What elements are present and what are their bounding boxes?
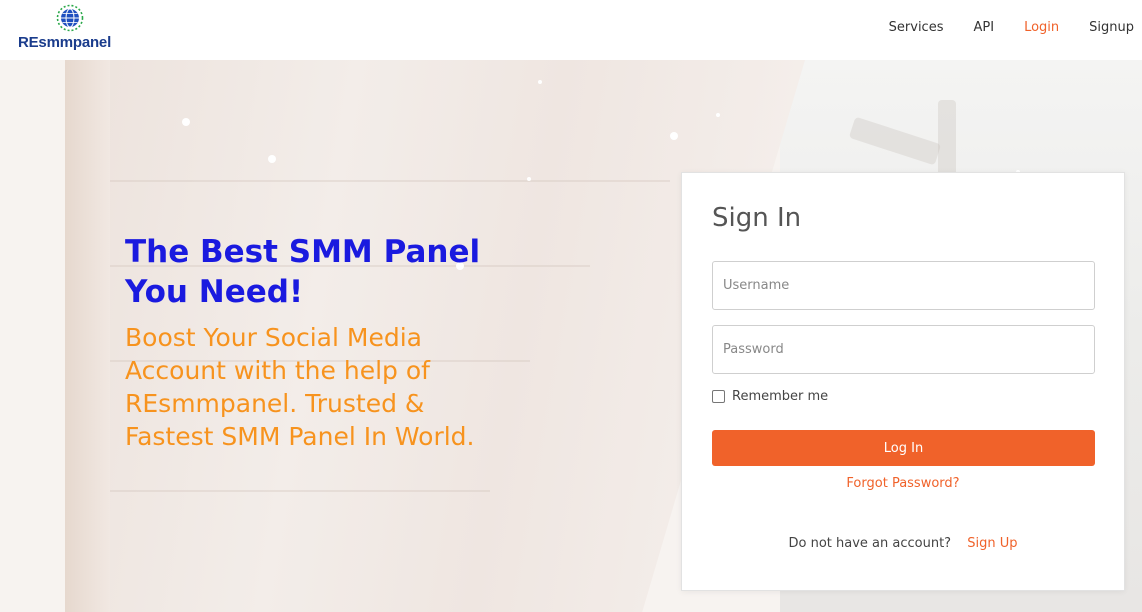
nav-services[interactable]: Services — [874, 19, 959, 37]
password-input[interactable] — [712, 325, 1095, 374]
wood-grain — [110, 180, 670, 182]
signin-title: Sign In — [712, 203, 802, 233]
hero-background-edge — [65, 60, 110, 612]
login-button[interactable]: Log In — [712, 430, 1095, 466]
sparkle — [182, 118, 190, 126]
sparkle — [538, 80, 542, 84]
hero-title: The Best SMM Panel You Need! — [125, 234, 481, 310]
sparkle — [527, 177, 531, 181]
no-account-text: Do not have an account? — [788, 536, 952, 551]
brand-logo[interactable]: REsmmpanel — [18, 4, 128, 52]
forgot-password-link[interactable]: Forgot Password? — [682, 476, 1124, 491]
nav-signup[interactable]: Signup — [1074, 19, 1134, 37]
remember-me-row[interactable]: Remember me — [712, 389, 828, 404]
nav-login[interactable]: Login — [1009, 19, 1074, 37]
main-nav: Services API Login Signup — [874, 19, 1134, 37]
sparkle — [670, 132, 678, 140]
remember-me-checkbox[interactable] — [712, 390, 725, 403]
remember-me-label[interactable]: Remember me — [732, 389, 828, 404]
nav-api[interactable]: API — [958, 19, 1009, 37]
top-header: REsmmpanel Services API Login Signup — [0, 0, 1142, 60]
username-input[interactable] — [712, 261, 1095, 310]
wood-grain — [110, 490, 490, 492]
sparkle — [716, 113, 720, 117]
hero-subtitle: Boost Your Social Media Account with the… — [125, 323, 475, 451]
brand-name: REsmmpanel — [18, 34, 112, 51]
signin-card: Sign In Remember me Log In Forgot Passwo… — [681, 172, 1125, 591]
globe-icon — [56, 4, 84, 32]
signup-link[interactable]: Sign Up — [967, 536, 1017, 551]
sparkle — [268, 155, 276, 163]
signup-prompt: Do not have an account? Sign Up — [682, 536, 1124, 551]
